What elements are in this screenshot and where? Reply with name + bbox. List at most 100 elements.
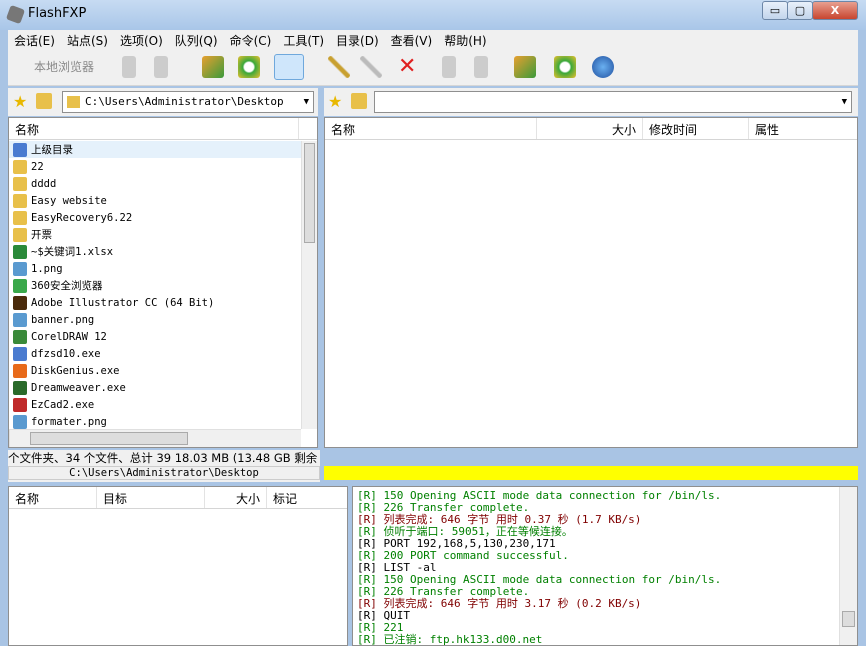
scroll-thumb[interactable] (842, 611, 855, 627)
file-row[interactable]: 22 (9, 158, 301, 175)
file-row[interactable]: Dreamweaver.exe (9, 379, 301, 396)
refresh-icon[interactable] (238, 56, 260, 78)
png-icon (13, 414, 27, 429)
menu-item[interactable]: 会话(E) (8, 30, 61, 51)
local-browser-button[interactable]: 本地浏览器 (16, 56, 112, 78)
menu-item[interactable]: 队列(Q) (169, 30, 224, 51)
refresh-icon[interactable] (554, 56, 576, 78)
file-name: banner.png (31, 313, 95, 326)
queue-list: 名称 目标 大小 标记 (8, 486, 348, 646)
file-row[interactable]: 开票 (9, 226, 301, 243)
scroll-thumb[interactable] (304, 143, 315, 243)
minimize-button[interactable]: ▭ (762, 1, 788, 20)
png-icon (13, 312, 27, 327)
file-name: dfzsd10.exe (31, 347, 101, 360)
queue-column-mark[interactable]: 标记 (267, 487, 347, 508)
folder-icon (13, 210, 27, 225)
right-path-combo[interactable]: ▼ (374, 91, 852, 113)
connect-icon[interactable] (328, 56, 350, 78)
file-row[interactable]: dfzsd10.exe (9, 345, 301, 362)
play-icon[interactable] (474, 56, 488, 78)
transfer-icon[interactable] (202, 56, 224, 78)
queue-column-size[interactable]: 大小 (205, 487, 267, 508)
chevron-down-icon[interactable]: ▼ (304, 92, 309, 112)
folder-icon (13, 193, 27, 208)
log-line: [R] 已注销: ftp.hk133.d00.net (357, 633, 543, 646)
file-row[interactable]: DiskGenius.exe (9, 362, 301, 379)
left-path-combo[interactable]: C:\Users\Administrator\Desktop ▼ (62, 91, 314, 113)
file-name: EasyRecovery6.22 (31, 211, 133, 224)
log-line: [R] QUIT (357, 609, 410, 622)
excel-icon (13, 244, 27, 259)
file-name: Easy website (31, 194, 107, 207)
left-status-summary: 个文件夹、34 个文件、总计 39 18.03 MB (13.48 GB 剩余 (8, 451, 318, 465)
menu-item[interactable]: 命令(C) (224, 30, 278, 51)
dreamweaver-icon (13, 380, 27, 395)
file-row[interactable]: Adobe Illustrator CC (64 Bit) (9, 294, 301, 311)
exe-icon (13, 346, 27, 361)
parent-folder-icon[interactable] (351, 93, 367, 109)
file-row[interactable]: banner.png (9, 311, 301, 328)
queue-column-name[interactable]: 名称 (9, 487, 97, 508)
folder-icon (13, 159, 27, 174)
file-row[interactable]: EzCad2.exe (9, 396, 301, 413)
globe-icon[interactable] (592, 56, 614, 78)
column-modified[interactable]: 修改时间 (643, 118, 749, 139)
coreldraw-icon (13, 329, 27, 344)
file-name: ~$关键词1.xlsx (31, 246, 114, 258)
computer-icon[interactable] (274, 54, 304, 80)
left-path-value: C:\Users\Administrator\Desktop (85, 95, 284, 108)
favorites-star-icon[interactable]: ★ (13, 92, 27, 111)
chevron-down-icon[interactable]: ▼ (842, 92, 847, 112)
file-row[interactable]: EasyRecovery6.22 (9, 209, 301, 226)
title-bar: FlashFXP ▭ ▢ X (0, 0, 866, 30)
file-row[interactable]: ~$关键词1.xlsx (9, 243, 301, 260)
left-path-bar: ★ C:\Users\Administrator\Desktop ▼ (8, 88, 318, 116)
menu-item[interactable]: 目录(D) (330, 30, 385, 51)
folder-icon (13, 227, 27, 242)
file-name: 360安全浏览器 (31, 280, 103, 292)
file-name: CorelDRAW 12 (31, 330, 107, 343)
vertical-scrollbar[interactable] (301, 141, 317, 429)
favorites-star-icon[interactable]: ★ (328, 92, 342, 111)
file-row[interactable]: 上级目录 (9, 141, 301, 158)
pause-icon[interactable] (442, 56, 456, 78)
horizontal-scrollbar[interactable] (9, 429, 301, 447)
column-attributes[interactable]: 属性 (749, 118, 855, 139)
file-row[interactable]: formater.png (9, 413, 301, 430)
file-row[interactable]: 360安全浏览器 (9, 277, 301, 294)
file-name: 上级目录 (31, 144, 73, 156)
folder-icon (67, 96, 80, 108)
pause-icon[interactable] (122, 56, 136, 78)
diskgenius-icon (13, 363, 27, 378)
menu-item[interactable]: 帮助(H) (438, 30, 492, 51)
left-file-list: 名称 上级目录 22 dddd Easy website EasyRecovery6.2… (8, 117, 318, 448)
menu-item[interactable]: 站点(S) (61, 30, 114, 51)
up-folder-icon (13, 142, 27, 157)
browser-icon (13, 278, 27, 293)
file-row[interactable]: dddd (9, 175, 301, 192)
play-icon[interactable] (154, 56, 168, 78)
menu-item[interactable]: 工具(T) (277, 30, 330, 51)
menu-item[interactable]: 选项(O) (114, 30, 169, 51)
disconnect-icon[interactable] (360, 56, 382, 78)
file-row[interactable]: Easy website (9, 192, 301, 209)
close-button[interactable]: X (812, 1, 858, 20)
session-log: [R] 150 Opening ASCII mode data connecti… (352, 486, 858, 646)
file-row[interactable]: 1.png (9, 260, 301, 277)
column-name[interactable]: 名称 (325, 118, 537, 139)
file-name: 22 (31, 160, 44, 173)
parent-folder-icon[interactable] (36, 93, 52, 109)
transfer-icon[interactable] (514, 56, 536, 78)
scroll-thumb[interactable] (30, 432, 188, 445)
column-name[interactable]: 名称 (9, 118, 299, 139)
menu-item[interactable]: 查看(V) (385, 30, 439, 51)
maximize-button[interactable]: ▢ (787, 1, 813, 20)
log-scrollbar[interactable] (839, 487, 857, 645)
abort-icon[interactable]: ✕ (398, 56, 420, 78)
file-row[interactable]: CorelDRAW 12 (9, 328, 301, 345)
column-size[interactable]: 大小 (537, 118, 643, 139)
folder-icon (13, 176, 27, 191)
queue-column-target[interactable]: 目标 (97, 487, 205, 508)
window-title: FlashFXP (28, 6, 87, 21)
